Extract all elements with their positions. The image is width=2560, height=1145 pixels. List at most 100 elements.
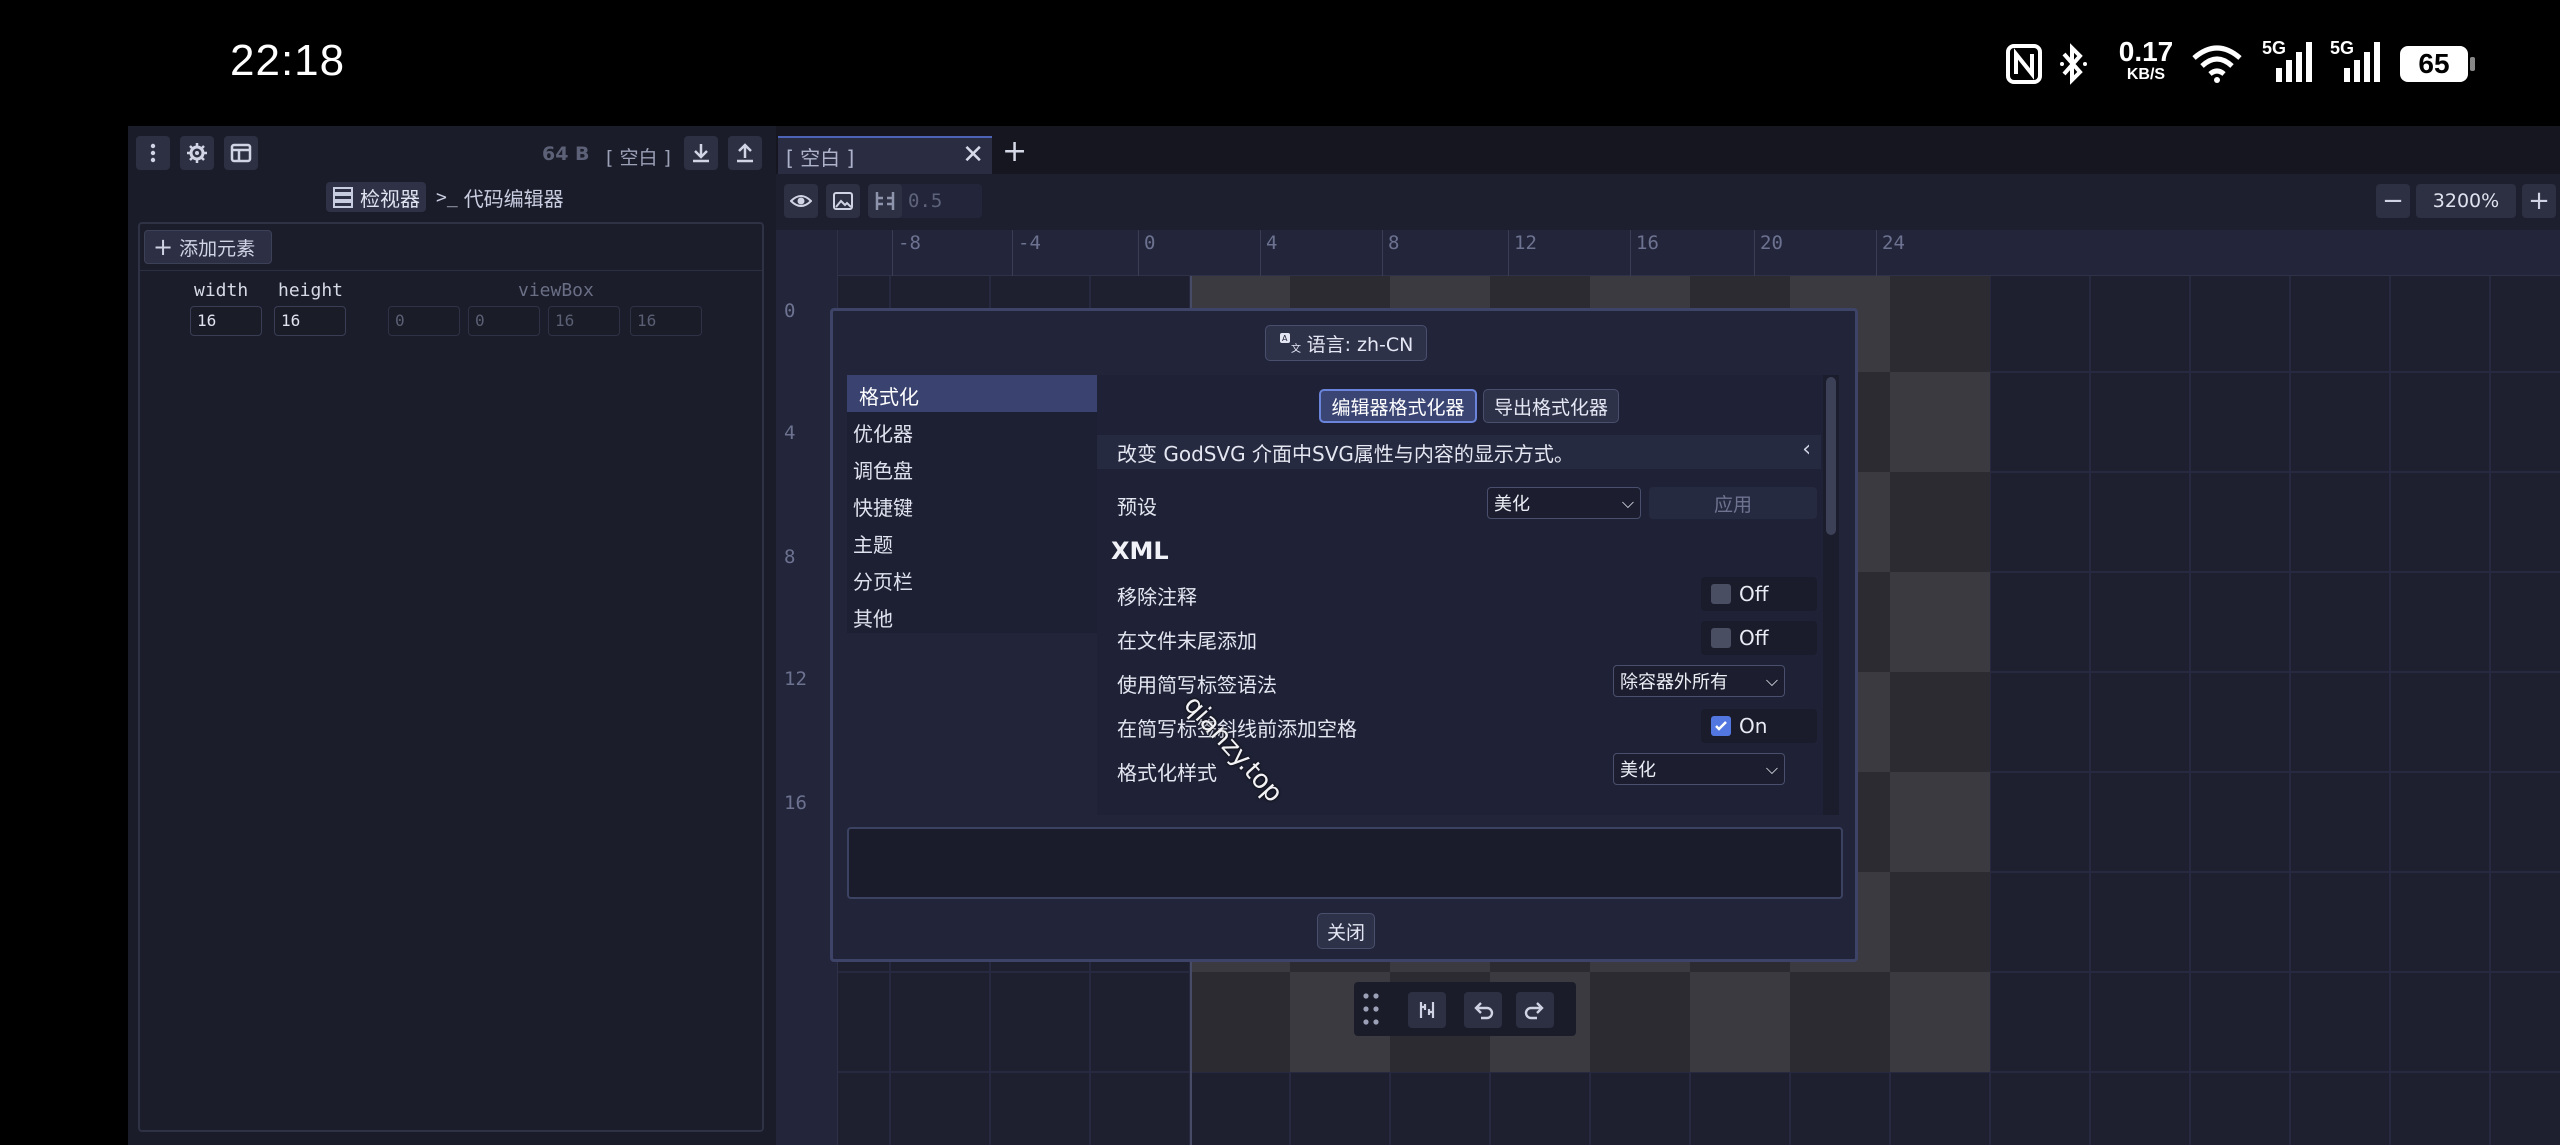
viewbox-x-field[interactable]: 0	[388, 306, 460, 336]
import-button[interactable]	[684, 136, 718, 170]
grid-cell	[1590, 972, 1690, 1072]
remove-comments-toggle[interactable]: Off	[1701, 577, 1817, 611]
snap-control[interactable]: 0.5	[868, 184, 982, 218]
height-field[interactable]: 16	[274, 306, 346, 336]
close-tab-icon[interactable]: ✕	[962, 140, 984, 170]
tab-file[interactable]: [ 空白 ] ✕	[778, 136, 992, 174]
nav-optimizer[interactable]: 优化器	[847, 412, 1097, 449]
visuals-toggle-button[interactable]	[784, 184, 818, 218]
row-remove-comments-label: 移除注释	[1117, 585, 1197, 609]
ruler-tick-label: 20	[1760, 232, 1783, 254]
preset-select[interactable]: 美化 ⌵	[1487, 487, 1641, 519]
grid-cell	[1990, 972, 2090, 1072]
bluetooth-icon	[2058, 42, 2088, 91]
clock: 22:18	[230, 36, 346, 85]
grid-cell	[2490, 972, 2560, 1072]
close-label: 关闭	[1326, 921, 1365, 944]
zoom-level-label: 3200%	[2432, 190, 2500, 212]
grid-cell	[2490, 572, 2560, 672]
snap-icon[interactable]	[868, 184, 902, 218]
drag-handle-icon[interactable]	[1362, 990, 1380, 1028]
nav-other[interactable]: 其他	[847, 597, 1097, 634]
tab-code-editor[interactable]: >_ 代码编辑器	[436, 182, 564, 212]
viewbox-y-field[interactable]: 0	[468, 306, 540, 336]
grid-cell	[990, 1072, 1090, 1145]
ruler-tick	[892, 230, 893, 276]
checkbox-off-icon	[1711, 584, 1731, 604]
nav-empty-area	[847, 633, 1097, 815]
ruler-tick-label: 12	[784, 668, 807, 690]
format-style-select[interactable]: 美化 ⌵	[1613, 753, 1785, 785]
tab-export-formatter[interactable]: 导出格式化器	[1483, 389, 1619, 423]
nav-palettes[interactable]: 调色盘	[847, 449, 1097, 486]
trailing-newline-toggle[interactable]: Off	[1701, 621, 1817, 655]
undo-button[interactable]	[1464, 992, 1502, 1028]
tab-editor-formatter[interactable]: 编辑器格式化器	[1319, 389, 1477, 423]
grid-cell	[1790, 1072, 1890, 1145]
grid-cell	[2490, 672, 2560, 772]
grid-cell	[2390, 372, 2490, 472]
grid-cell	[2090, 372, 2190, 472]
chevron-left-icon[interactable]: ‹	[1802, 437, 1811, 462]
grid-cell	[2190, 772, 2290, 872]
more-menu-button[interactable]	[136, 136, 170, 170]
tab-export-formatter-label: 导出格式化器	[1493, 396, 1608, 419]
viewbox-h-field[interactable]: 16	[630, 306, 702, 336]
grid-cell	[1990, 372, 2090, 472]
ruler-tick-label: -4	[1018, 232, 1041, 254]
settings-nav: 格式化 优化器 调色盘 快捷键 主题 分页栏 其他	[847, 375, 1097, 815]
terminal-icon: >_	[436, 186, 458, 208]
tools-button[interactable]	[1408, 992, 1446, 1028]
viewbox-w-field[interactable]: 16	[548, 306, 620, 336]
preset-value: 美化	[1494, 494, 1530, 515]
chevron-down-icon: ⌵	[1621, 493, 1634, 512]
nav-theme[interactable]: 主题	[847, 523, 1097, 560]
tab-bar: [ 空白 ] ✕ +	[776, 126, 2560, 174]
ruler-tick	[1260, 230, 1261, 276]
download-icon	[693, 144, 709, 163]
settings-button[interactable]	[180, 136, 214, 170]
tab-code-editor-label: 代码编辑器	[463, 186, 564, 211]
nav-shortcuts[interactable]: 快捷键	[847, 486, 1097, 523]
grid-cell	[2490, 472, 2560, 572]
nav-tabbar[interactable]: 分页栏	[847, 560, 1097, 597]
zoom-out-button[interactable]: −	[2376, 184, 2410, 218]
chevron-down-icon: ⌵	[1765, 671, 1778, 690]
ruler-tick-label: 0	[784, 300, 796, 322]
export-button[interactable]	[728, 136, 762, 170]
grid-cell	[990, 972, 1090, 1072]
add-element-button[interactable]: + 添加元素	[144, 230, 272, 264]
grid-cell	[2290, 972, 2390, 1072]
ruler-tick-label: 12	[1514, 232, 1537, 254]
grid-cell	[1990, 276, 2090, 372]
ruler-tick-label: 24	[1882, 232, 1905, 254]
format-style-value: 美化	[1620, 760, 1656, 781]
tab-inspector[interactable]: 检视器	[326, 182, 426, 212]
zoom-in-button[interactable]: +	[2522, 184, 2556, 218]
nav-formatting[interactable]: 格式化	[847, 375, 1097, 412]
edit-toolbar	[1354, 982, 1576, 1036]
scrollbar-thumb[interactable]	[1826, 377, 1836, 535]
gear-icon	[187, 143, 207, 163]
ruler-tick-label: 16	[1636, 232, 1659, 254]
snap-value[interactable]: 0.5	[908, 190, 942, 212]
grid-cell	[2490, 872, 2560, 972]
close-button[interactable]: 关闭	[1317, 913, 1375, 949]
layout-button[interactable]	[224, 136, 258, 170]
add-element-label: 添加元素	[179, 237, 256, 260]
scrollbar[interactable]	[1823, 375, 1839, 815]
space-before-slash-toggle[interactable]: On	[1701, 709, 1817, 743]
zoom-level[interactable]: 3200%	[2416, 184, 2516, 218]
width-field[interactable]: 16	[190, 306, 262, 336]
shorthand-tags-select[interactable]: 除容器外所有 ⌵	[1613, 665, 1785, 697]
apply-button[interactable]: 应用	[1649, 487, 1817, 519]
language-button[interactable]: A文 语言: zh-CN	[1265, 325, 1427, 361]
grid-cell	[2290, 672, 2390, 772]
redo-button[interactable]	[1516, 992, 1554, 1028]
grid-cell	[2390, 672, 2490, 772]
checkbox-off-icon	[1711, 628, 1731, 648]
new-tab-button[interactable]: +	[1002, 134, 1027, 169]
grid-cell	[1990, 672, 2090, 772]
reference-image-button[interactable]	[826, 184, 860, 218]
battery-level: 65	[2400, 46, 2468, 82]
